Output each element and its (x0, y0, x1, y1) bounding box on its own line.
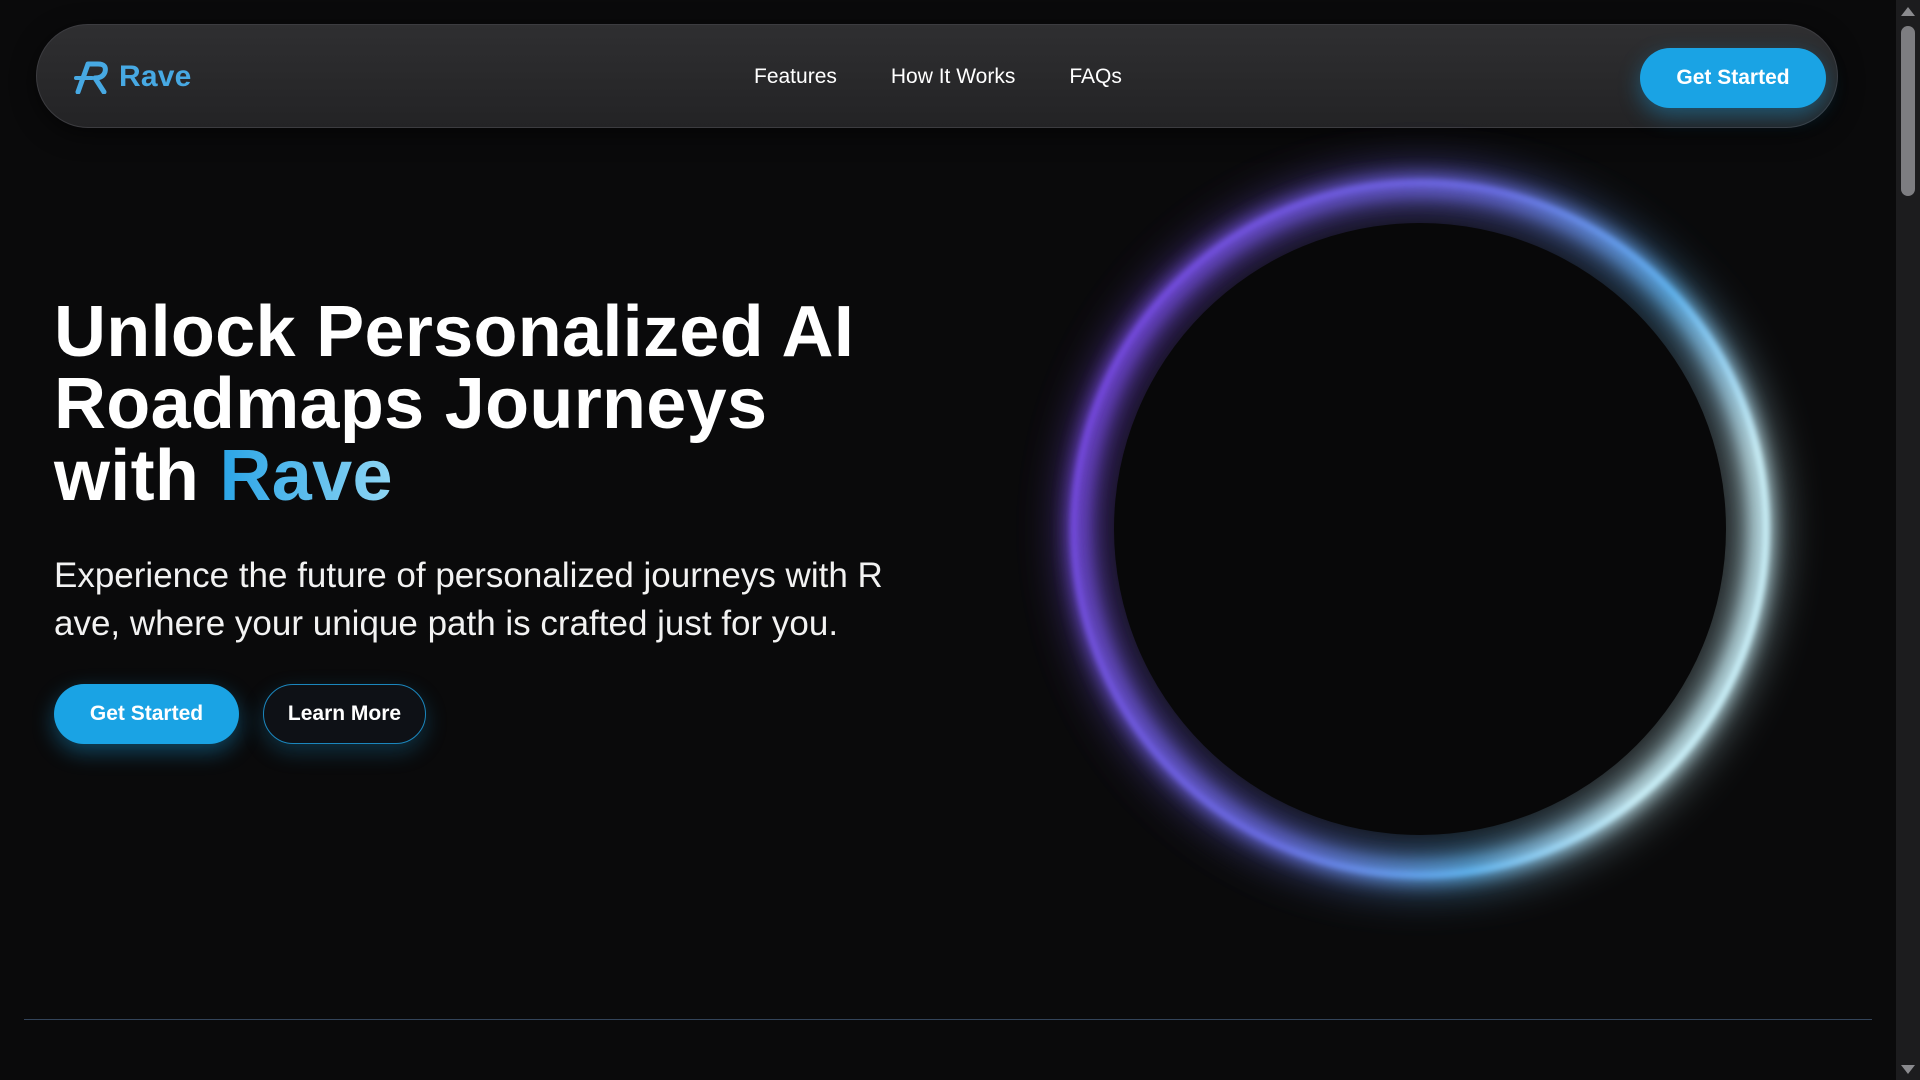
brand-name: Rave (119, 60, 192, 93)
navbar: Rave Features How It Works FAQs Get Star… (36, 24, 1838, 128)
hero-get-started-button[interactable]: Get Started (54, 684, 239, 744)
hero-glow-ring (1000, 130, 1820, 910)
nav-link-features[interactable]: Features (754, 65, 837, 89)
page-scrollbar[interactable] (1896, 0, 1920, 1080)
nav-links: Features How It Works FAQs (754, 25, 1122, 129)
scroll-thumb[interactable] (1901, 26, 1915, 196)
hero-title-prefix: with (54, 436, 220, 516)
rave-logo-icon (74, 60, 110, 94)
hero-subtitle-line-1: Experience the future of personalized jo… (54, 556, 883, 595)
landing-page: Rave Features How It Works FAQs Get Star… (0, 0, 1920, 1080)
hero-title-line-3: with Rave (54, 440, 854, 512)
scroll-up-arrow-icon[interactable] (1896, 2, 1920, 20)
hero-subtitle: Experience the future of personalized jo… (54, 552, 914, 648)
hero-title-line-2: Roadmaps Journeys (54, 364, 768, 444)
hero-title-accent: Rave (219, 436, 393, 516)
nav-link-faqs[interactable]: FAQs (1069, 65, 1122, 89)
hero-learn-more-button[interactable]: Learn More (263, 684, 426, 744)
section-divider (24, 1019, 1872, 1020)
hero-title-line-1: Unlock Personalized AI (54, 292, 855, 372)
nav-get-started-button[interactable]: Get Started (1640, 48, 1826, 108)
scroll-down-arrow-icon[interactable] (1896, 1060, 1920, 1078)
hero-subtitle-line-2: ave, where your unique path is crafted j… (54, 604, 839, 643)
hero-title: Unlock Personalized AI Roadmaps Journeys… (54, 296, 854, 512)
nav-link-how-it-works[interactable]: How It Works (891, 65, 1015, 89)
brand-logo-link[interactable]: Rave (74, 57, 192, 97)
